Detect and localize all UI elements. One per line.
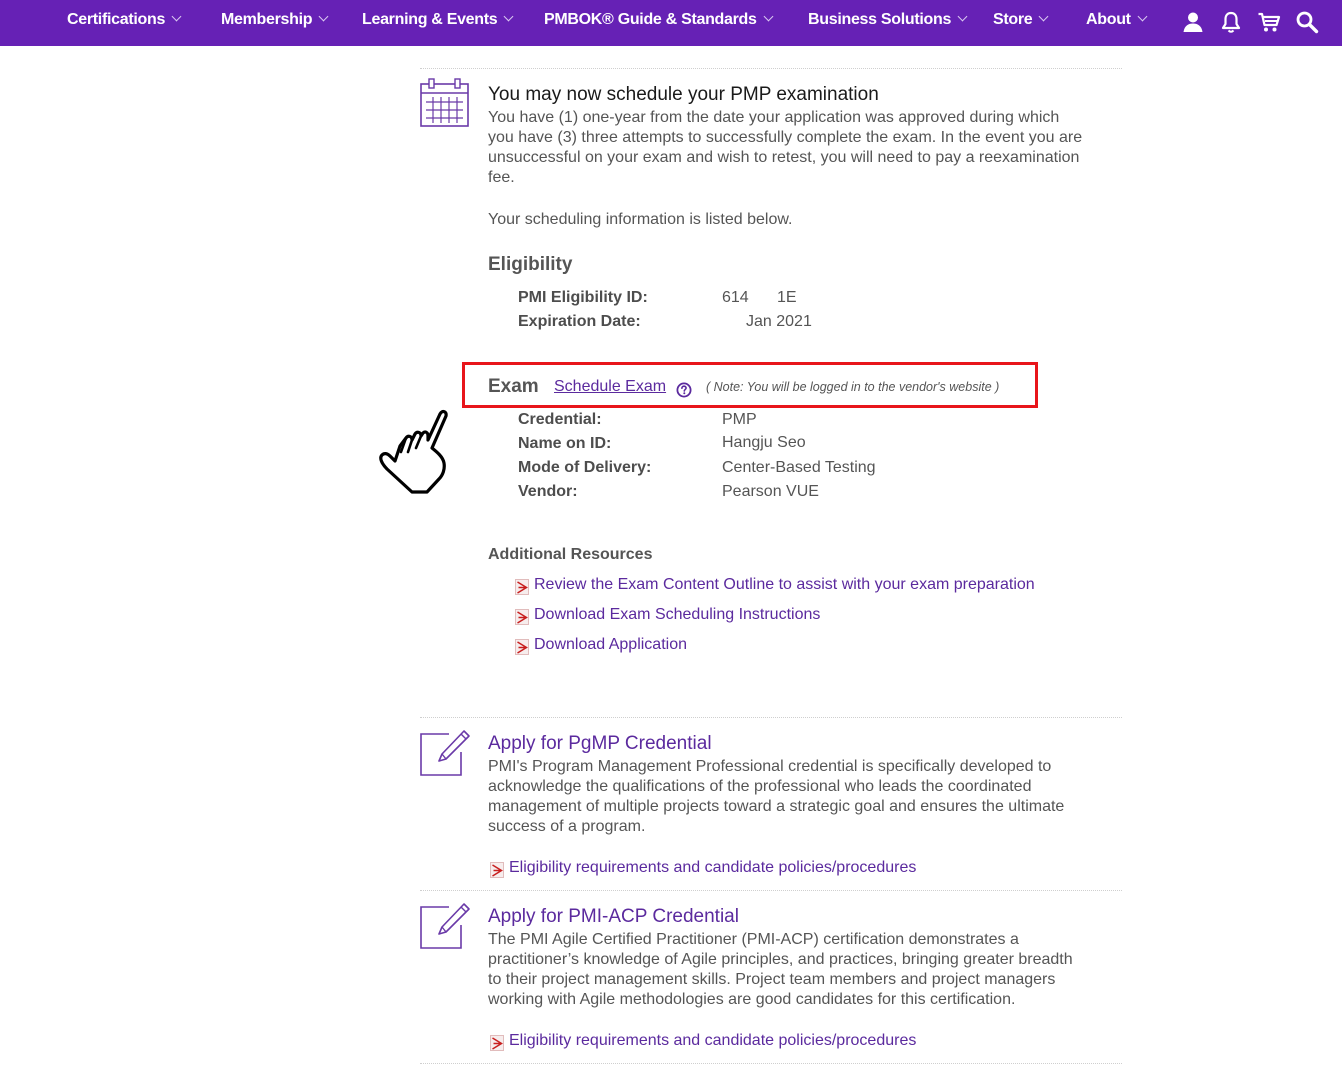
nav-about[interactable]: About xyxy=(1086,0,1148,42)
pmp-description-line: fee. xyxy=(488,169,515,186)
acp-description-line: The PMI Agile Certified Practitioner (PM… xyxy=(488,931,1019,948)
nav-label: PMBOK® Guide & Standards xyxy=(544,11,757,28)
chevron-down-icon xyxy=(1137,11,1148,22)
eligibility-heading: Eligibility xyxy=(488,254,573,275)
vendor-label: Vendor: xyxy=(518,483,578,500)
pgmp-description-line: success of a program. xyxy=(488,818,646,835)
nav-label: Learning & Events xyxy=(362,11,498,28)
divider xyxy=(420,717,1122,718)
user-icon[interactable] xyxy=(1181,10,1205,34)
nav-store[interactable]: Store xyxy=(993,0,1049,42)
divider xyxy=(420,1063,1122,1064)
acp-description-line: practitioner’s knowledge of Agile princi… xyxy=(488,951,1073,968)
apply-pgmp-link[interactable]: Apply for PgMP Credential xyxy=(488,733,712,755)
nav-membership[interactable]: Membership xyxy=(221,0,329,42)
help-icon[interactable] xyxy=(676,382,692,398)
chevron-down-icon xyxy=(318,11,329,22)
exam-heading: Exam xyxy=(488,376,539,397)
schedule-exam-link[interactable]: Schedule Exam xyxy=(554,378,666,396)
nav-label: Certifications xyxy=(67,11,166,28)
acp-description: The PMI Agile Certified Practitioner (PM… xyxy=(488,930,1073,1010)
pgmp-description-line: management of multiple projects toward a… xyxy=(488,798,1065,815)
pgmp-eligibility-link[interactable]: Eligibility requirements and candidate p… xyxy=(509,859,916,877)
acp-description-line: to their project management skills. Proj… xyxy=(488,971,1056,988)
divider xyxy=(420,68,1122,69)
nav-label: Membership xyxy=(221,11,313,28)
nav-pmbok-guide[interactable]: PMBOK® Guide & Standards xyxy=(544,0,774,42)
credential-label: Credential: xyxy=(518,411,602,428)
divider xyxy=(420,890,1122,891)
pmp-description-line: unsuccessful on your exam and wish to re… xyxy=(488,149,1080,166)
pmp-description: You have (1) one-year from the date your… xyxy=(488,108,1082,188)
chevron-down-icon xyxy=(1038,11,1049,22)
cart-icon[interactable] xyxy=(1257,10,1281,34)
nav-certifications[interactable]: Certifications xyxy=(67,0,182,42)
scheduling-instructions-link[interactable]: Download Exam Scheduling Instructions xyxy=(534,606,820,624)
name-on-id-label: Name on ID: xyxy=(518,435,612,452)
nav-label: Store xyxy=(993,11,1033,28)
chevron-down-icon xyxy=(171,11,182,22)
nav-business-solutions[interactable]: Business Solutions xyxy=(808,0,968,42)
vendor-value: Pearson VUE xyxy=(722,483,819,500)
expiration-date-label: Expiration Date: xyxy=(518,313,641,330)
edit-icon xyxy=(420,730,470,776)
pmp-description-line: you have (3) three attempts to successfu… xyxy=(488,129,1083,146)
pdf-icon xyxy=(515,609,529,625)
pointing-hand-icon xyxy=(379,409,448,494)
edit-icon xyxy=(420,903,470,949)
eligibility-id-part2: 1E xyxy=(777,289,797,306)
chevron-down-icon xyxy=(763,11,774,22)
search-icon[interactable] xyxy=(1295,10,1319,34)
additional-resources-heading: Additional Resources xyxy=(488,546,653,563)
pgmp-description: PMI's Program Management Professional cr… xyxy=(488,757,1064,837)
expiration-date-value: Jan 2021 xyxy=(746,313,812,330)
chevron-down-icon xyxy=(503,11,514,22)
exam-content-outline-link[interactable]: Review the Exam Content Outline to assis… xyxy=(534,576,1035,594)
scheduling-info-text: Your scheduling information is listed be… xyxy=(488,211,793,228)
nav-label: Business Solutions xyxy=(808,11,952,28)
mode-of-delivery-label: Mode of Delivery: xyxy=(518,459,652,476)
eligibility-id-part1: 614 xyxy=(722,289,749,306)
pgmp-description-line: acknowledge the qualifications of the pr… xyxy=(488,778,1032,795)
calendar-icon xyxy=(420,78,469,127)
nav-learning-events[interactable]: Learning & Events xyxy=(362,0,514,42)
pgmp-description-line: PMI's Program Management Professional cr… xyxy=(488,758,1052,775)
download-application-link[interactable]: Download Application xyxy=(534,636,687,654)
pmp-schedule-title: You may now schedule your PMP examinatio… xyxy=(488,84,879,105)
pdf-icon xyxy=(490,862,504,878)
nav-label: About xyxy=(1086,11,1131,28)
bell-icon[interactable] xyxy=(1219,10,1243,34)
acp-description-line: working with Agile methodologies are goo… xyxy=(488,991,1016,1008)
top-navigation: Certifications Membership Learning & Eve… xyxy=(0,0,1342,46)
mode-of-delivery-value: Center-Based Testing xyxy=(722,459,876,476)
name-on-id-value: Hangju Seo xyxy=(722,434,806,451)
vendor-note: ( Note: You will be logged in to the ven… xyxy=(706,380,1000,394)
pdf-icon xyxy=(515,579,529,595)
pdf-icon xyxy=(490,1035,504,1051)
pmp-description-line: You have (1) one-year from the date your… xyxy=(488,109,1060,126)
eligibility-id-label: PMI Eligibility ID: xyxy=(518,289,648,306)
pdf-icon xyxy=(515,639,529,655)
credential-value: PMP xyxy=(722,411,757,428)
apply-pmi-acp-link[interactable]: Apply for PMI-ACP Credential xyxy=(488,906,739,928)
acp-eligibility-link[interactable]: Eligibility requirements and candidate p… xyxy=(509,1032,916,1050)
chevron-down-icon xyxy=(957,11,968,22)
